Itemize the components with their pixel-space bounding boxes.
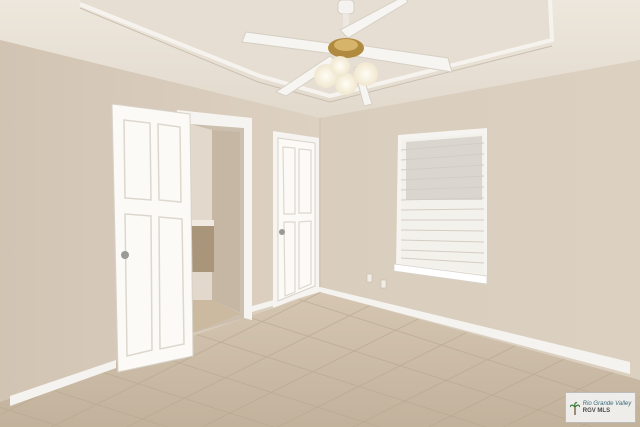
palm-tree-icon xyxy=(569,401,580,415)
door-knob[interactable] xyxy=(121,251,129,259)
mls-watermark: Rio Grande Valley RGV MLS xyxy=(565,392,636,423)
wall-outlet xyxy=(366,273,373,283)
vanity-cabinet xyxy=(190,224,214,272)
watermark-line-1: Rio Grande Valley xyxy=(582,400,632,407)
wall-outlet-2 xyxy=(380,279,387,289)
fan-light-globe-3 xyxy=(335,73,357,95)
watermark-line-2: RGV MLS xyxy=(582,407,611,414)
room-illustration xyxy=(0,0,640,427)
closet-door-knob[interactable] xyxy=(279,229,285,235)
room-photo: Rio Grande Valley RGV MLS xyxy=(0,0,640,427)
fan-light-globe-2 xyxy=(354,62,378,86)
